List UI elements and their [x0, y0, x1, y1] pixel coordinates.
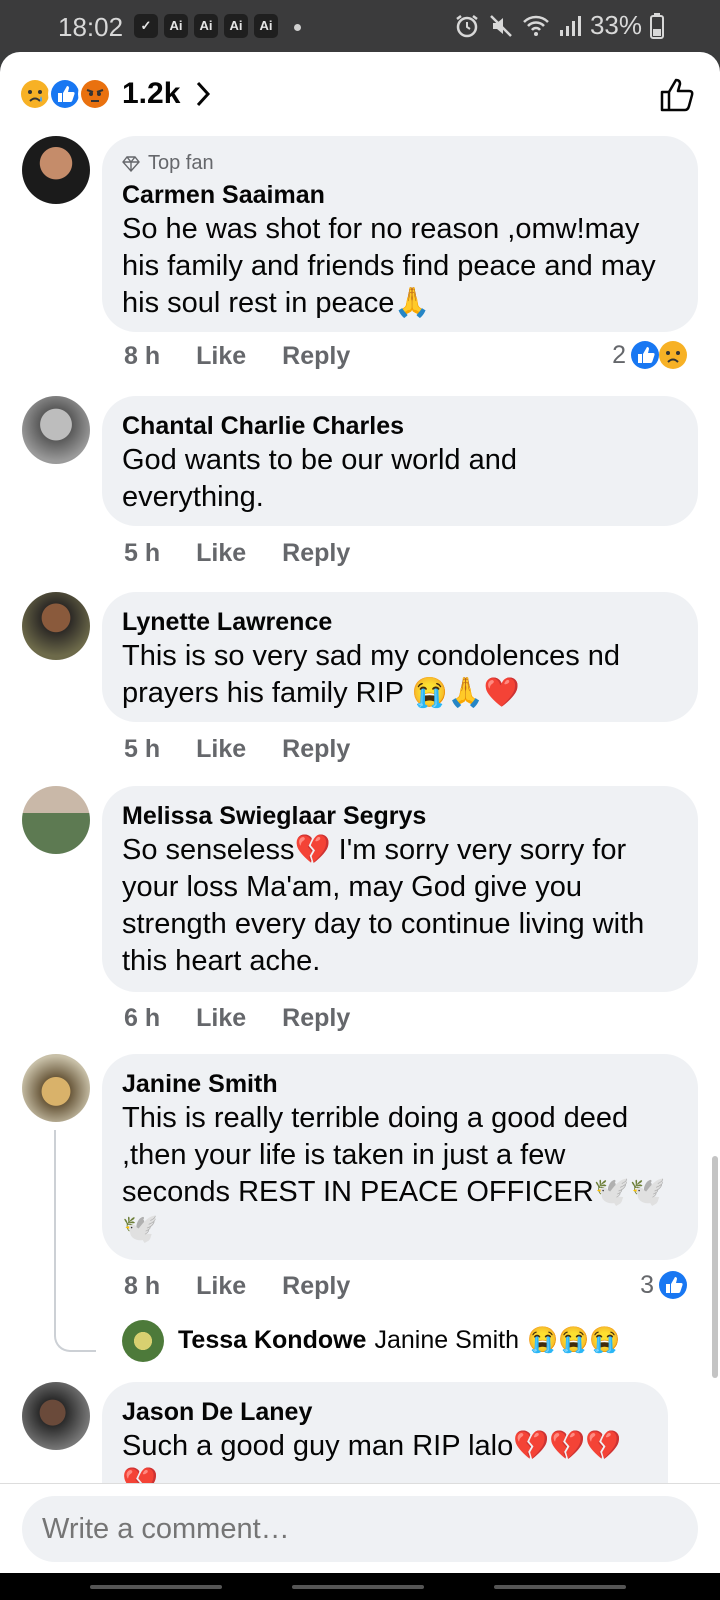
sad-reaction-icon: [659, 341, 687, 369]
more-notifications-dot-icon: [294, 24, 301, 31]
wifi-icon: [523, 15, 549, 36]
comment-bubble[interactable]: Janine Smith This is really terrible doi…: [102, 1054, 698, 1260]
recent-apps-button[interactable]: [90, 1585, 222, 1589]
like-reaction-icon: [48, 77, 82, 111]
signal-icon: [559, 15, 581, 36]
reply-author: Tessa Kondowe: [178, 1326, 367, 1354]
reply-preview[interactable]: Tessa Kondowe Janine Smith 😭😭😭: [178, 1326, 620, 1355]
back-button[interactable]: [494, 1585, 626, 1589]
like-link[interactable]: Like: [196, 539, 246, 568]
comment-time[interactable]: 8 h: [124, 342, 160, 371]
comment-author[interactable]: Melissa Swieglaar Segrys: [122, 800, 678, 832]
battery-icon: [650, 12, 664, 39]
avatar[interactable]: [122, 1320, 164, 1362]
thread-connector: [54, 1330, 96, 1352]
avatar[interactable]: [22, 1382, 90, 1450]
notification-app-icon: Ai: [254, 14, 278, 38]
notification-app-icon: ✓: [134, 14, 158, 38]
battery-percent: 33%: [589, 10, 642, 40]
thread-line: [54, 1130, 56, 1330]
notification-app-icon: Ai: [194, 14, 218, 38]
like-link[interactable]: Like: [196, 342, 246, 371]
comment-reactions[interactable]: 2: [612, 340, 688, 370]
avatar[interactable]: [22, 136, 90, 204]
comment-actions: 5 h Like Reply: [124, 539, 350, 568]
comment-bubble[interactable]: Melissa Swieglaar Segrys So senseless💔 I…: [102, 786, 698, 992]
comment-author[interactable]: Lynette Lawrence: [122, 606, 678, 638]
reaction-count: 1.2k: [122, 77, 181, 110]
comment-time[interactable]: 8 h: [124, 1272, 160, 1301]
avatar[interactable]: [22, 592, 90, 660]
like-reaction-icon: [631, 341, 659, 369]
reply-emojis: 😭😭😭: [527, 1326, 621, 1354]
comment-text: So senseless💔 I'm sorry very sorry for y…: [122, 834, 645, 977]
avatar[interactable]: [22, 786, 90, 854]
alarm-icon: [456, 14, 478, 37]
navigation-bar: [0, 1573, 720, 1600]
notification-app-icon: Ai: [164, 14, 188, 38]
reply-link[interactable]: Reply: [282, 1004, 350, 1033]
mute-icon: [490, 14, 512, 37]
reply-mention: Janine Smith: [374, 1326, 519, 1354]
comment-time[interactable]: 5 h: [124, 539, 160, 568]
status-right: 33%: [454, 10, 664, 41]
comment-time[interactable]: 5 h: [124, 735, 160, 764]
comment-author[interactable]: Jason De Laney: [122, 1396, 648, 1428]
comment-actions: 5 h Like Reply: [124, 735, 350, 764]
sad-reaction-icon: [18, 77, 52, 111]
comment-time[interactable]: 6 h: [124, 1004, 160, 1033]
comment-actions: 8 h Like Reply: [124, 1272, 350, 1301]
notification-app-icon: Ai: [224, 14, 248, 38]
comment-bubble[interactable]: Lynette Lawrence This is so very sad my …: [102, 592, 698, 722]
reactions-summary[interactable]: 1.2k: [18, 74, 212, 114]
home-button[interactable]: [292, 1585, 424, 1589]
like-thumb-icon[interactable]: [658, 74, 698, 114]
comment-text: This is really terrible doing a good dee…: [122, 1102, 666, 1245]
top-fan-badge: Top fan: [122, 152, 678, 175]
comment-actions: 8 h Like Reply: [124, 342, 350, 371]
scrollbar[interactable]: [712, 1156, 718, 1378]
status-time: 18:02: [58, 12, 124, 42]
chevron-right-icon[interactable]: [194, 80, 212, 108]
comment-composer: [0, 1483, 720, 1573]
notification-icons: ✓ Ai Ai Ai Ai: [134, 14, 278, 38]
avatar[interactable]: [22, 1054, 90, 1122]
badge-label: Top fan: [148, 152, 214, 174]
comment-text: God wants to be our world and everything…: [122, 444, 517, 513]
comment-reaction-count: 2: [612, 340, 626, 369]
comment-reactions[interactable]: 3: [640, 1270, 688, 1300]
angry-reaction-icon: [78, 77, 112, 111]
comments-sheet: 1.2k Top fan Carmen Saaiman So he was sh…: [0, 52, 720, 1573]
like-link[interactable]: Like: [196, 1004, 246, 1033]
comment-text: This is so very sad my condolences nd pr…: [122, 640, 621, 709]
comment-author[interactable]: Carmen Saaiman: [122, 179, 678, 211]
comment-bubble[interactable]: Chantal Charlie Charles God wants to be …: [102, 396, 698, 526]
diamond-icon: [122, 155, 140, 172]
reply-link[interactable]: Reply: [282, 539, 350, 568]
comment-text: So he was shot for no reason ,omw!may hi…: [122, 213, 656, 319]
comment-author[interactable]: Janine Smith: [122, 1068, 678, 1100]
reply-link[interactable]: Reply: [282, 342, 350, 371]
comment-author[interactable]: Chantal Charlie Charles: [122, 410, 678, 442]
comment-input[interactable]: [22, 1496, 698, 1562]
comment-bubble[interactable]: Top fan Carmen Saaiman So he was shot fo…: [102, 136, 698, 332]
like-link[interactable]: Like: [196, 1272, 246, 1301]
comment-reaction-count: 3: [640, 1270, 654, 1299]
avatar[interactable]: [22, 396, 90, 464]
reply-link[interactable]: Reply: [282, 1272, 350, 1301]
reply-link[interactable]: Reply: [282, 735, 350, 764]
comment-actions: 6 h Like Reply: [124, 1004, 350, 1033]
like-reaction-icon: [659, 1271, 687, 1299]
status-bar: 18:02 ✓ Ai Ai Ai Ai 33%: [0, 0, 720, 52]
like-link[interactable]: Like: [196, 735, 246, 764]
